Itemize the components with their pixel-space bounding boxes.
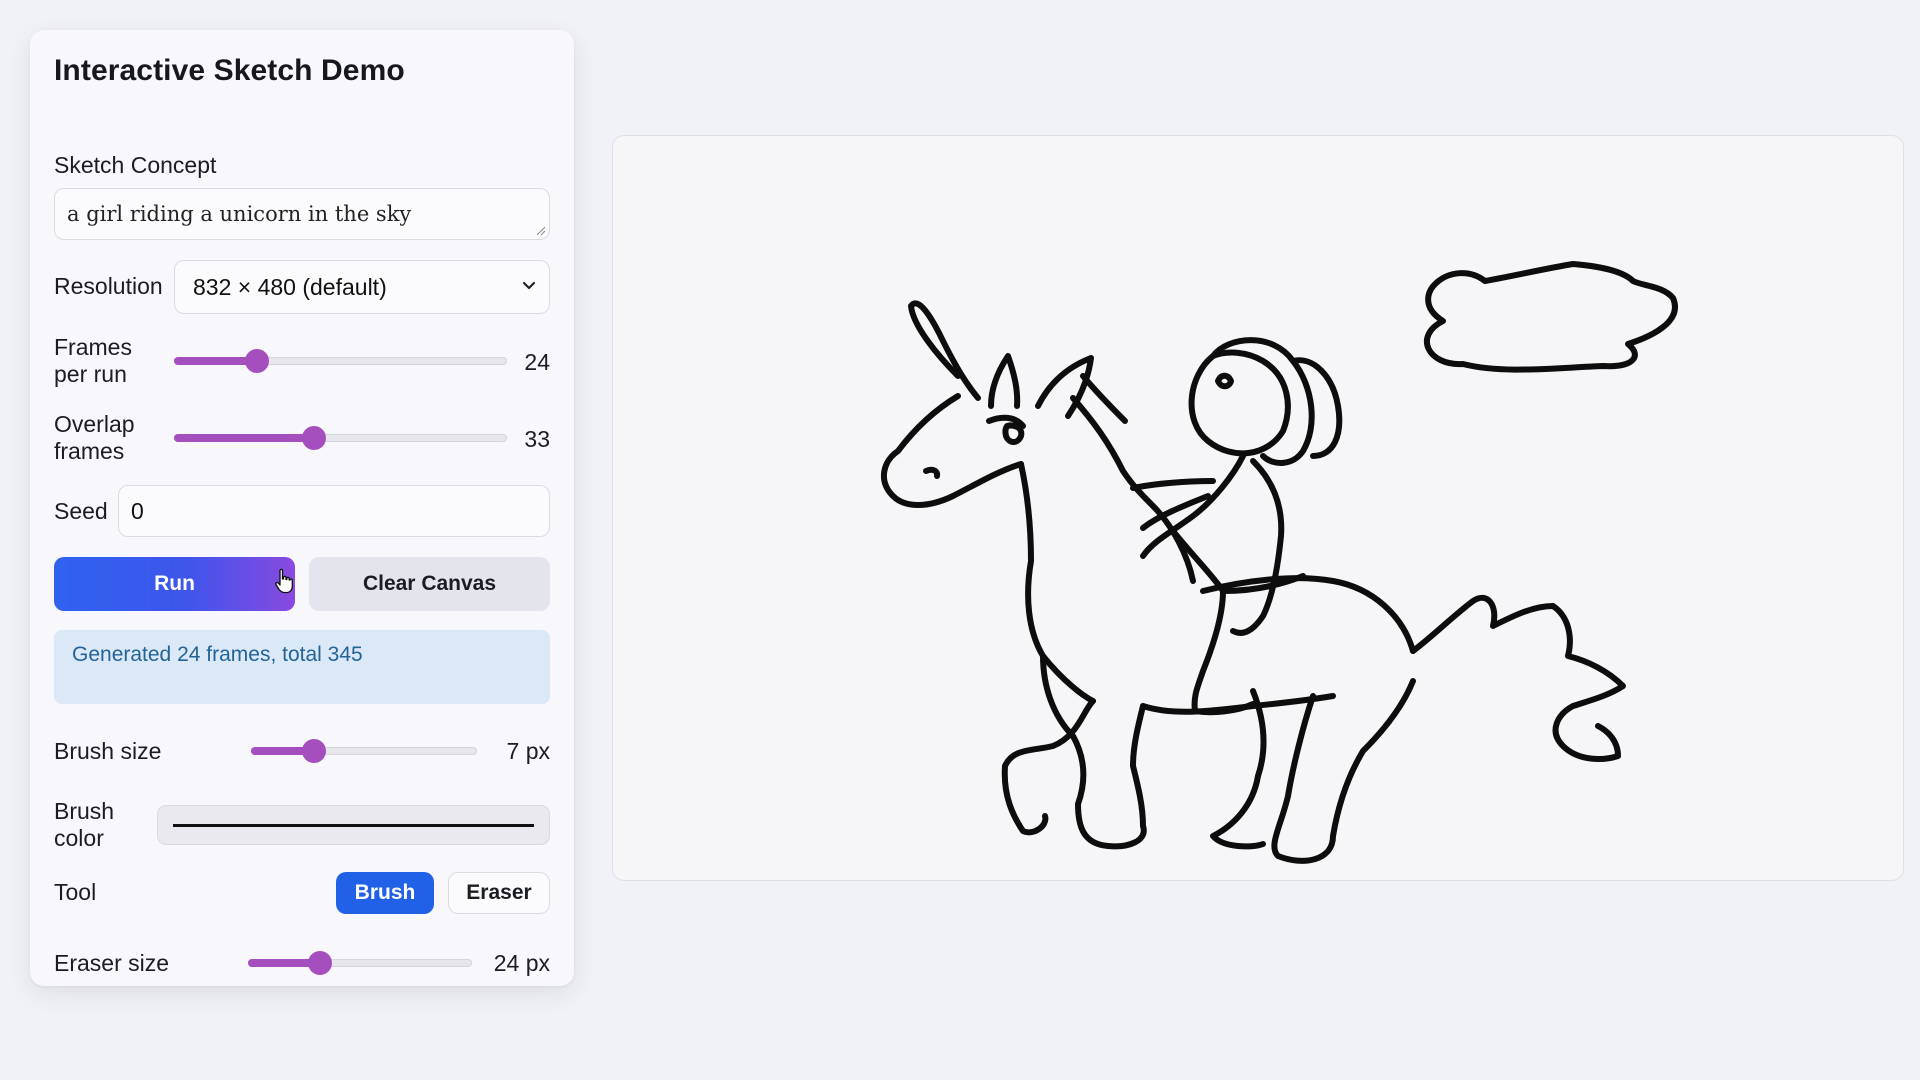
brush-color-label: Brush color [54, 798, 115, 851]
eraser-size-value: 24 px [493, 950, 550, 976]
unicorn-neck-stroke [1018, 461, 1096, 704]
brush-size-slider[interactable] [251, 739, 477, 763]
girl-hair-stroke [1210, 337, 1343, 466]
sketch-drawing [881, 261, 1678, 864]
eraser-size-label: Eraser size [54, 950, 170, 976]
frames-per-run-label: Frames per run [54, 334, 132, 387]
page-title: Interactive Sketch Demo [54, 54, 405, 87]
resolution-label: Resolution [54, 273, 163, 299]
girl-face-stroke [1215, 372, 1234, 390]
girl-arm-stroke [1130, 478, 1216, 531]
unicorn-horn-stroke [908, 300, 981, 401]
tool-label: Tool [54, 879, 97, 905]
brush-color-picker[interactable] [157, 805, 550, 845]
unicorn-tail-stroke [1410, 594, 1626, 762]
slider-fill [174, 434, 314, 442]
resolution-select[interactable]: 832 × 480 (default) [174, 260, 550, 314]
sketch-concept-input[interactable]: a girl riding a unicorn in the sky [54, 188, 550, 240]
sketch-canvas[interactable] [612, 135, 1904, 881]
seed-input[interactable]: 0 [118, 485, 550, 537]
chevron-down-icon [522, 281, 536, 290]
clear-canvas-button[interactable]: Clear Canvas [309, 557, 550, 611]
brush-tool-button[interactable]: Brush [336, 872, 434, 914]
resolution-selected-value: 832 × 480 (default) [193, 274, 387, 300]
brush-color-swatch [173, 824, 534, 827]
slider-thumb[interactable] [307, 951, 332, 975]
frames-per-run-value: 24 [524, 349, 550, 375]
frames-per-run-slider[interactable] [174, 349, 507, 373]
status-message: Generated 24 frames, total 345 [54, 630, 550, 704]
slider-thumb[interactable] [302, 739, 327, 763]
sketch-concept-value: a girl riding a unicorn in the sky [67, 202, 412, 226]
cloud-stroke [1423, 261, 1678, 373]
resize-grip-icon[interactable] [536, 226, 546, 236]
brush-size-value: 7 px [506, 738, 550, 764]
control-panel: Interactive Sketch Demo Sketch Concept a… [30, 30, 574, 986]
slider-thumb[interactable] [245, 349, 270, 373]
unicorn-front-leg-stroke [1040, 653, 1147, 850]
overlap-frames-slider[interactable] [174, 426, 507, 450]
sketch-concept-label: Sketch Concept [54, 152, 217, 178]
overlap-frames-value: 33 [524, 426, 550, 452]
unicorn-ear-stroke [988, 353, 1021, 409]
overlap-frames-label: Overlap frames [54, 411, 135, 464]
girl-head-stroke [1188, 349, 1291, 457]
run-button[interactable]: Run [54, 557, 295, 611]
eraser-tool-button[interactable]: Eraser [448, 872, 550, 914]
unicorn-eye-stroke [986, 414, 1026, 445]
brush-size-label: Brush size [54, 738, 162, 764]
unicorn-head-stroke [881, 393, 1024, 508]
seed-label: Seed [54, 498, 108, 524]
slider-thumb[interactable] [301, 426, 326, 450]
unicorn-nostril-stroke [923, 466, 941, 479]
unicorn-rear-leg-stroke [1271, 678, 1416, 864]
eraser-size-slider[interactable] [248, 951, 472, 975]
